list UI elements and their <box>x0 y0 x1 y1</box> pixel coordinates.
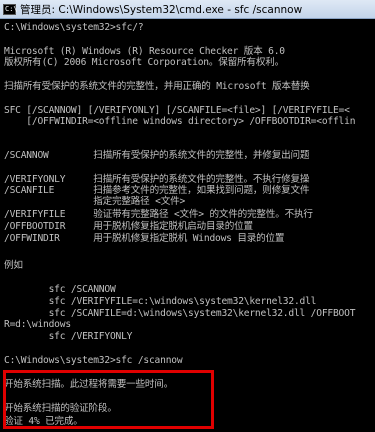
console-line: 版权所有(C) 2006 Microsoft Corporation。保留所有权… <box>4 57 285 68</box>
highlight-box <box>3 370 214 429</box>
console-line: /VERIFYONLY 扫描所有受保护的系统文件的完整性。不执行修复操 <box>4 174 310 185</box>
console-line: SFC [/SCANNOW] [/VERIFYONLY] [/SCANFILE=… <box>4 105 350 116</box>
console-line: /OFFBOOTDIR 用于脱机修复指定脱机启动目录的位置 <box>4 221 253 232</box>
console-line: Microsoft (R) Windows (R) Resource Check… <box>4 46 285 57</box>
console-line: /SCANNOW 扫描所有受保护的系统文件的完整性，并修复出问题 <box>4 150 310 161</box>
console-line: 扫描所有受保护的系统文件的完整性，并用正确的 Microsoft 版本替换 <box>4 81 310 92</box>
prompt-line: C:\Windows\system32>sfc/? <box>4 22 144 33</box>
console-line: sfc /VERIFYONLY <box>4 331 133 342</box>
window-title: 管理员: C:\Windows\System32\cmd.exe - sfc /… <box>20 3 303 16</box>
console-line: /OFFWINDIR 用于脱机修复指定脱机 Windows 目录的位置 <box>4 233 285 244</box>
console-line: /VERIFYFILE 验证带有完整路径 <文件> 的文件的完整性。不执行 <box>4 209 313 220</box>
console-line: 例如 <box>4 260 23 271</box>
console-line: 指定完整路径 <文件> <box>4 196 186 207</box>
console-line: sfc /VERIFYFILE=c:\windows\system32\kern… <box>4 296 317 307</box>
console-line: R=d:\windows <box>4 319 71 330</box>
cmd-window: C:\ 管理员: C:\Windows\System32\cmd.exe - s… <box>0 0 375 432</box>
console-line: /SCANFILE 扫描参考文件的完整性，如果找到问题，则修复文件 <box>4 185 310 196</box>
prompt-line: C:\Windows\system32>sfc /scannow <box>4 355 183 366</box>
title-bar[interactable]: C:\ 管理员: C:\Windows\System32\cmd.exe - s… <box>0 0 375 19</box>
console-line: [/OFFWINDIR=<offline windows directory> … <box>4 116 356 127</box>
console-icon: C:\ <box>3 3 18 15</box>
console-line: sfc /SCANFILE=d:\windows\system32\kernel… <box>4 308 356 319</box>
console-line: sfc /SCANNOW <box>4 284 116 295</box>
